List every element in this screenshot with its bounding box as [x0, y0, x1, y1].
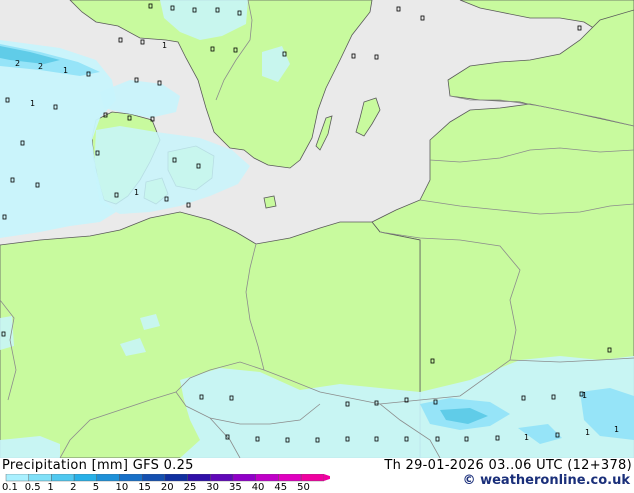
legend-swatch	[210, 474, 234, 482]
map-footer: Precipitation [mm] GFS 0.25 Th 29-01-202…	[0, 458, 634, 493]
legend-tick-label: 10	[115, 482, 129, 493]
legend-arrow	[323, 474, 330, 481]
precip-legend: 0.1 0.5 1 2 5 10 15 20 25 30 35 40 45 50	[0, 474, 330, 493]
precip-value-label: 1	[585, 428, 590, 437]
precip-value-label: 1	[162, 41, 167, 50]
precip-value-label: 1	[524, 433, 529, 442]
legend-swatch	[232, 474, 256, 482]
legend-tick-label: 35	[229, 482, 242, 493]
legend-swatch	[300, 474, 325, 482]
legend-tick-label: 45	[274, 482, 288, 493]
legend-tick-label: 15	[138, 482, 151, 493]
legend-tick-label: 25	[183, 482, 197, 493]
legend-tick-label: 40	[251, 482, 265, 493]
precip-value-label: 1	[63, 66, 68, 75]
legend-tick-label: 2	[70, 482, 77, 493]
legend-swatch	[255, 474, 279, 482]
legend-tick-label: 5	[92, 482, 100, 493]
legend-swatch	[5, 474, 29, 482]
precip-value-label: 1	[30, 99, 35, 108]
precip-value-label: 1	[134, 188, 139, 197]
valid-time: Th 29-01-2026 03..06 UTC (12+378)	[384, 458, 632, 473]
precip-value-label: 1	[582, 391, 587, 400]
legend-swatch	[73, 474, 97, 482]
legend-tick-label: 30	[206, 482, 220, 493]
legend-swatch	[119, 474, 143, 482]
precip-value-label: 1	[614, 425, 619, 434]
legend-tick-label: 0.5	[24, 482, 41, 493]
legend-tick-label: 20	[160, 482, 174, 493]
legend-swatch	[164, 474, 188, 482]
precip-value-label: 2	[15, 59, 20, 68]
legend-swatch	[141, 474, 166, 482]
precipitation-map: 2 2 1 1 1 1 1 1 1 1	[0, 0, 634, 458]
legend-swatch	[51, 474, 75, 482]
island-bornholm	[263, 195, 277, 209]
legend-tick-label: 1	[47, 482, 54, 493]
legend-swatch	[96, 474, 120, 482]
legend-tick-label: 50	[297, 482, 310, 493]
credit-text: © weatheronline.co.uk	[462, 473, 630, 488]
legend-swatch	[187, 474, 211, 482]
map-title: Precipitation [mm] GFS 0.25	[2, 458, 194, 473]
precip-value-label: 2	[38, 62, 43, 71]
legend-swatch	[28, 474, 52, 482]
legend-swatch	[278, 474, 302, 482]
legend-tick-label: 0.1	[2, 482, 18, 493]
